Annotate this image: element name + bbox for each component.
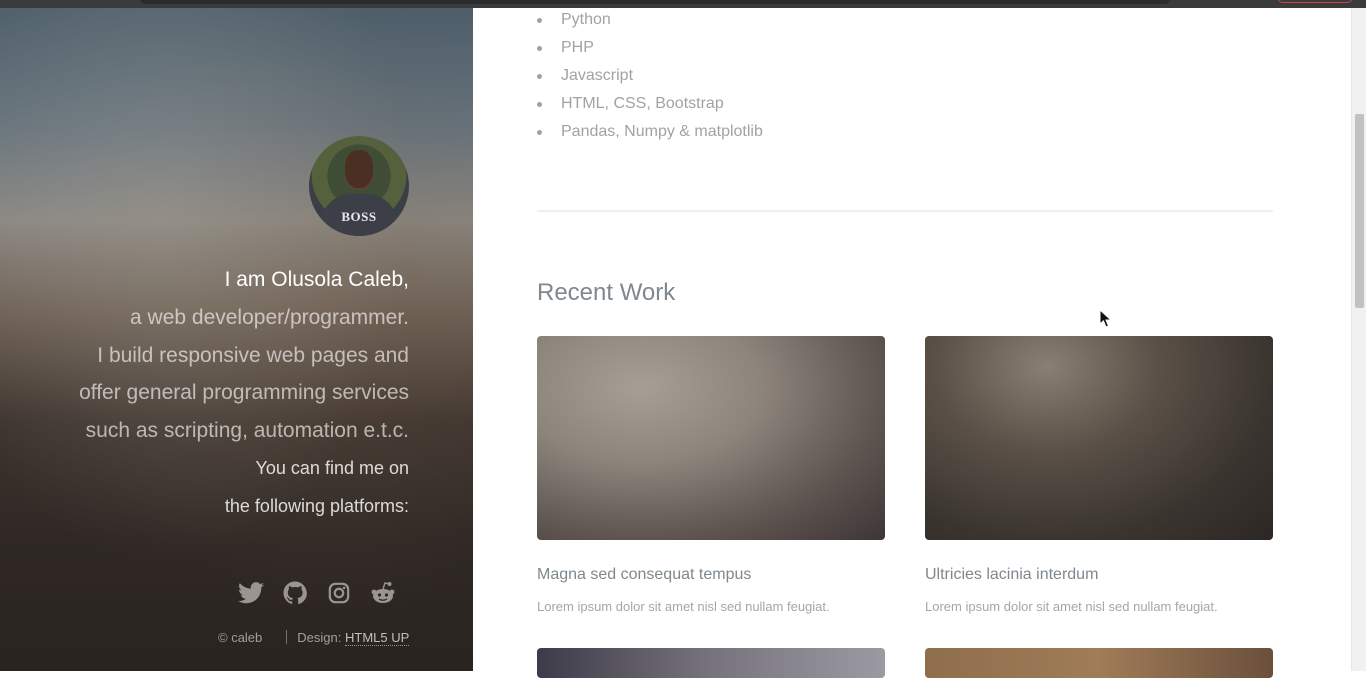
recent-work-title: Recent Work — [537, 279, 676, 306]
intro-line: offer general programming services — [79, 381, 409, 404]
work-thumbnail[interactable] — [925, 336, 1273, 540]
avatar: BOSS — [309, 136, 409, 236]
work-description: Lorem ipsum dolor sit amet nisl sed null… — [537, 599, 830, 614]
footer: © caleb Design: HTML5 UP — [218, 630, 410, 646]
github-icon[interactable] — [282, 580, 308, 606]
work-thumbnail[interactable] — [537, 336, 885, 540]
find-me-line: the following platforms: — [224, 496, 409, 516]
intro-line: I build responsive web pages and — [97, 344, 409, 367]
work-thumbnail[interactable] — [925, 648, 1273, 678]
address-bar[interactable] — [140, 0, 1170, 4]
browser-top-bar — [0, 0, 1366, 8]
mouse-cursor-icon — [1099, 309, 1113, 328]
work-title: Magna sed consequat tempus — [537, 566, 752, 583]
avatar-shirt-text: BOSS — [341, 209, 377, 224]
scrollbar-thumb[interactable] — [1355, 114, 1364, 308]
skill-item: Pandas, Numpy & matplotlib — [537, 120, 763, 148]
intro-line: such as scripting, automation e.t.c. — [85, 419, 409, 442]
skill-item: Python — [537, 8, 763, 36]
section-divider — [537, 210, 1273, 212]
intro-name: I am Olusola Caleb, — [224, 268, 409, 291]
page-scrollbar[interactable] — [1351, 8, 1366, 671]
find-me-line: You can find me on — [255, 458, 409, 478]
avatar-face — [345, 150, 373, 188]
skill-item: Javascript — [537, 64, 763, 92]
work-description: Lorem ipsum dolor sit amet nisl sed null… — [925, 599, 1218, 614]
instagram-icon[interactable] — [326, 580, 352, 606]
footer-divider — [286, 630, 288, 644]
skills-list: Python PHP Javascript HTML, CSS, Bootstr… — [537, 8, 763, 148]
main-content: Python PHP Javascript HTML, CSS, Bootstr… — [473, 8, 1351, 678]
twitter-icon[interactable] — [238, 580, 264, 606]
copyright-text: © caleb — [218, 630, 263, 645]
social-links — [238, 580, 396, 606]
reddit-icon[interactable] — [370, 580, 396, 606]
work-thumbnail[interactable] — [537, 648, 885, 678]
intro-line: a web developer/programmer. — [130, 306, 409, 329]
skill-item: PHP — [537, 36, 763, 64]
skill-item: HTML, CSS, Bootstrap — [537, 92, 763, 120]
work-title: Ultricies lacinia interdum — [925, 566, 1099, 583]
sidebar: BOSS I am Olusola Caleb, a web developer… — [0, 8, 473, 671]
html5up-link[interactable]: HTML5 UP — [344, 630, 410, 646]
browser-button[interactable] — [1278, 0, 1352, 3]
design-label: Design: — [297, 630, 342, 645]
